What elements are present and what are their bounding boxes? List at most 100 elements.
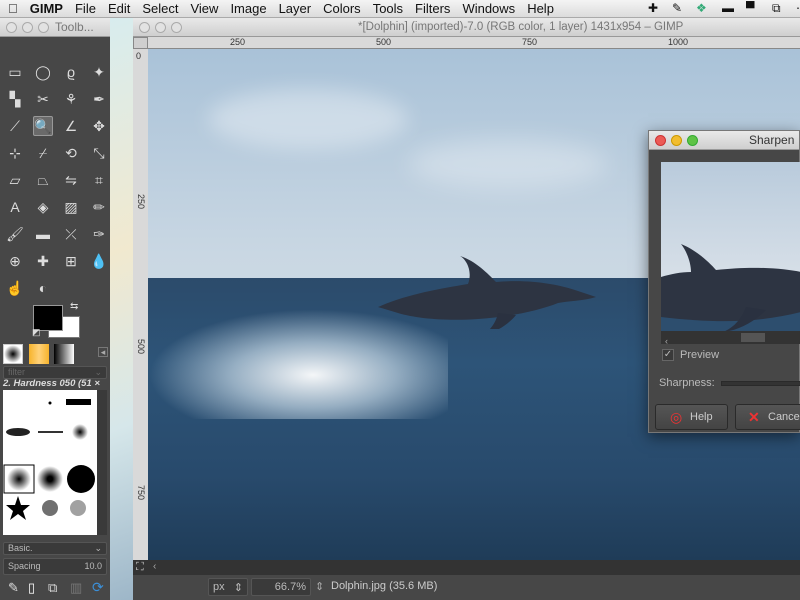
edit-brush-icon[interactable]: ✎	[8, 580, 19, 596]
ink-tool-icon[interactable]: ✑	[89, 224, 109, 244]
navigate-icon[interactable]: ⛶	[136, 561, 144, 574]
zoom-tool-icon[interactable]: 🔍	[33, 116, 53, 136]
tray-more-icon[interactable]: ⋯	[796, 1, 800, 15]
perspective-clone-tool-icon[interactable]: ⊞	[61, 251, 81, 271]
tray-plugin-icon[interactable]: ✚	[648, 1, 658, 15]
scale-tool-icon[interactable]: ⤡	[89, 143, 109, 163]
apple-icon[interactable]: 	[8, 1, 18, 16]
menu-view[interactable]: View	[190, 1, 218, 16]
zoom-input[interactable]: 66.7%	[251, 578, 311, 596]
cancel-label: Cancel	[768, 411, 800, 423]
flip-tool-icon[interactable]: ⇋	[61, 170, 81, 190]
ellipse-select-tool-icon[interactable]: ◯	[33, 62, 53, 82]
refresh-brushes-icon[interactable]: ⟳	[92, 579, 104, 596]
pencil-tool-icon[interactable]: ✏	[89, 197, 109, 217]
shear-tool-icon[interactable]: ▱	[5, 170, 25, 190]
tray-display-icon[interactable]: ▀	[746, 1, 755, 15]
cloud	[408, 139, 608, 189]
menu-edit[interactable]: Edit	[108, 1, 130, 16]
foreground-select-tool-icon[interactable]: ⚘	[61, 89, 81, 109]
fuzzy-select-tool-icon[interactable]: ✦	[89, 62, 109, 82]
paths-tool-icon[interactable]: ✒	[89, 89, 109, 109]
scroll-left-icon[interactable]: ‹	[153, 561, 156, 572]
window-controls[interactable]	[6, 21, 49, 33]
brush-preset-select[interactable]: Basic. ⌄	[3, 542, 107, 555]
eraser-tool-icon[interactable]: ▬	[33, 224, 53, 244]
preview-checkbox[interactable]: ✓	[662, 349, 674, 361]
spacing-slider[interactable]: Spacing 10.0	[3, 558, 107, 575]
unit-select[interactable]: px ⇕	[208, 578, 248, 596]
rotate-tool-icon[interactable]: ⟲	[61, 143, 81, 163]
menu-image[interactable]: Image	[230, 1, 266, 16]
sharpen-titlebar[interactable]: Sharpen	[649, 131, 799, 150]
cage-tool-icon[interactable]: ⌗	[89, 170, 109, 190]
window-controls[interactable]	[655, 134, 698, 146]
blend-tool-icon[interactable]: ▨	[61, 197, 81, 217]
configure-tab-icon[interactable]: ◂	[98, 347, 108, 357]
image-title: *[Dolphin] (imported)-7.0 (RGB color, 1 …	[358, 21, 684, 33]
menu-tools[interactable]: Tools	[373, 1, 403, 16]
tray-battery-icon[interactable]: ▬	[722, 1, 734, 15]
tray-dropbox-icon[interactable]: ❖	[696, 1, 707, 15]
menu-windows[interactable]: Windows	[462, 1, 515, 16]
close-button[interactable]	[655, 134, 666, 146]
image-titlebar[interactable]: *[Dolphin] (imported)-7.0 (RGB color, 1 …	[133, 18, 800, 37]
swap-colors-icon[interactable]: ⇆	[70, 301, 78, 312]
toolbox-titlebar[interactable]: Toolb...	[0, 18, 110, 37]
perspective-tool-icon[interactable]: ⏢	[33, 170, 53, 190]
default-colors-icon[interactable]: ◩	[32, 327, 41, 338]
horizontal-ruler[interactable]: 250 500 750 1000	[148, 37, 800, 49]
sharpen-preview-image[interactable]	[661, 162, 800, 331]
dodge-burn-tool-icon[interactable]: ◐	[33, 278, 53, 298]
blur-tool-icon[interactable]: 💧	[89, 251, 109, 271]
duplicate-brush-icon[interactable]: ⧉	[48, 580, 57, 596]
preview-scrollbar[interactable]: ‹	[661, 331, 800, 346]
move-tool-icon[interactable]: ✥	[89, 116, 109, 136]
menu-file[interactable]: File	[75, 1, 96, 16]
zoom-button[interactable]	[687, 134, 698, 146]
menu-filters[interactable]: Filters	[415, 1, 450, 16]
brush-grid-scrollbar[interactable]	[97, 390, 107, 535]
menu-select[interactable]: Select	[142, 1, 178, 16]
tray-tool-icon[interactable]: ✎	[672, 1, 682, 15]
text-tool-icon[interactable]: A	[5, 197, 25, 217]
delete-brush-icon[interactable]: ▥	[70, 580, 82, 596]
vertical-ruler[interactable]: 0 250 500 750	[133, 49, 148, 560]
menu-app[interactable]: GIMP	[30, 1, 63, 16]
cancel-button[interactable]: ✕ Cancel	[735, 404, 800, 430]
help-button[interactable]: ◎ Help	[655, 404, 728, 430]
clone-tool-icon[interactable]: ⊕	[5, 251, 25, 271]
menu-colors[interactable]: Colors	[323, 1, 361, 16]
menu-layer[interactable]: Layer	[279, 1, 312, 16]
crop-tool-icon[interactable]: ⌿	[33, 143, 53, 163]
scroll-left-icon[interactable]: ‹	[665, 336, 668, 346]
align-tool-icon[interactable]: ⊹	[5, 143, 25, 163]
heal-tool-icon[interactable]: ✚	[33, 251, 53, 271]
pattern-tab-icon[interactable]	[29, 344, 49, 364]
scroll-thumb[interactable]	[741, 333, 765, 342]
new-brush-icon[interactable]: ▯	[28, 580, 35, 596]
minimize-button[interactable]	[671, 134, 682, 146]
scissors-tool-icon[interactable]: ✂	[33, 89, 53, 109]
color-picker-tool-icon[interactable]: ⟋	[5, 116, 25, 136]
menu-help[interactable]: Help	[527, 1, 554, 16]
sharpness-slider[interactable]	[721, 381, 800, 386]
bucket-fill-tool-icon[interactable]: ◈	[33, 197, 53, 217]
lasso-tool-icon[interactable]: ϱ	[61, 62, 81, 82]
gradient-tab-icon[interactable]	[54, 344, 74, 364]
smudge-tool-icon[interactable]: ☝	[5, 278, 25, 298]
brush-previews	[3, 399, 95, 520]
zoom-updown-icon[interactable]: ⇕	[315, 580, 324, 593]
rect-select-tool-icon[interactable]: ▭	[5, 62, 25, 82]
brush-tab-icon[interactable]	[3, 344, 23, 364]
airbrush-tool-icon[interactable]: ⤫	[61, 224, 81, 244]
window-controls[interactable]	[139, 21, 182, 33]
measure-tool-icon[interactable]: ∠	[61, 116, 81, 136]
brush-grid[interactable]	[3, 390, 97, 535]
color-select-tool-icon[interactable]: ▚	[5, 89, 25, 109]
horizontal-scrollbar[interactable]: ⛶ ‹	[133, 560, 800, 575]
quick-mask-toggle[interactable]	[133, 37, 148, 49]
paintbrush-tool-icon[interactable]: 🖌	[5, 224, 25, 244]
tray-airplay-icon[interactable]: ⧉	[772, 1, 781, 16]
file-info: Dolphin.jpg (35.6 MB)	[331, 580, 438, 592]
